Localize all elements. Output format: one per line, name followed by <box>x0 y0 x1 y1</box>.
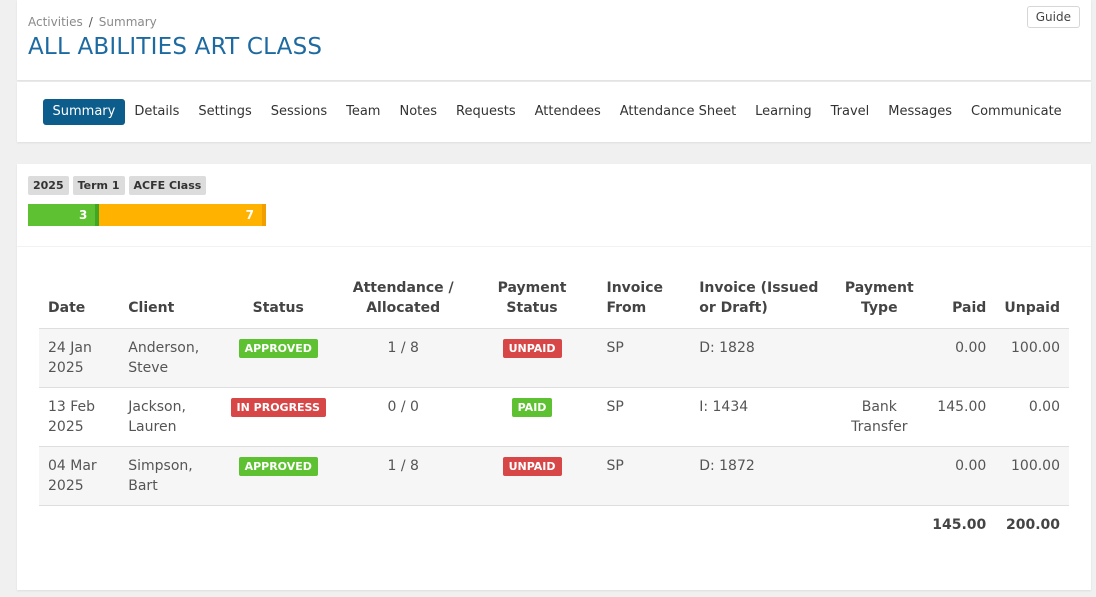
column-header-invoice-from[interactable]: Invoice From <box>597 278 691 329</box>
cell-status: APPROVED <box>216 328 340 388</box>
cell-date: 24 Jan 2025 <box>39 328 120 388</box>
cell-unpaid: 100.00 <box>995 446 1069 506</box>
table-row[interactable]: 24 Jan 2025 Anderson, Steve APPROVED 1 /… <box>39 328 1069 388</box>
divider <box>17 246 1091 247</box>
guide-button[interactable]: Guide <box>1026 6 1080 28</box>
cell-invoice[interactable]: D: 1828 <box>690 328 836 388</box>
tab-team[interactable]: Team <box>337 99 390 125</box>
cell-attendance: 0 / 0 <box>339 387 467 447</box>
total-paid: 145.00 <box>932 517 987 533</box>
tab-notes[interactable]: Notes <box>390 99 447 125</box>
tab-settings[interactable]: Settings <box>189 99 261 125</box>
cell-status: APPROVED <box>216 446 340 506</box>
tag-class-type: ACFE Class <box>128 176 207 195</box>
column-header-payment-type[interactable]: Payment Type <box>835 278 924 329</box>
breadcrumb: Activities / Summary <box>28 15 157 29</box>
tab-travel[interactable]: Travel <box>821 99 879 125</box>
column-header-status[interactable]: Status <box>216 278 340 329</box>
table-row[interactable]: 13 Feb 2025 Jackson, Lauren IN PROGRESS … <box>39 387 1069 447</box>
payment-status-badge: UNPAID <box>502 457 562 476</box>
table-row[interactable]: 04 Mar 2025 Simpson, Bart APPROVED 1 / 8… <box>39 446 1069 506</box>
total-unpaid: 200.00 <box>1005 517 1060 533</box>
cell-status: IN PROGRESS <box>216 387 340 447</box>
progress-in-progress-segment: 7 <box>99 204 266 226</box>
cell-paid: 0.00 <box>923 446 996 506</box>
tab-attendance-sheet[interactable]: Attendance Sheet <box>610 99 745 125</box>
tag-term: Term 1 <box>72 176 125 195</box>
cell-paid: 0.00 <box>923 328 996 388</box>
tab-bar: Summary Details Settings Sessions Team N… <box>43 99 1071 125</box>
status-progress-bar: 3 7 <box>28 204 266 226</box>
tag-list: 2025 Term 1 ACFE Class <box>28 176 210 195</box>
table-header-row: Date Client Status Attendance / Allocate… <box>39 278 1069 329</box>
tab-learning[interactable]: Learning <box>746 99 821 125</box>
progress-approved-segment: 3 <box>28 204 100 226</box>
cell-invoice[interactable]: I: 1434 <box>690 387 836 447</box>
cell-payment-type: Bank Transfer <box>835 387 924 447</box>
cell-payment-status: UNPAID <box>466 328 598 388</box>
tab-navigation: Summary Details Settings Sessions Team N… <box>17 82 1091 142</box>
page-header: Activities / Summary ALL ABILITIES ART CLA… <box>17 0 1091 80</box>
cell-payment-status: PAID <box>466 387 598 447</box>
column-header-date[interactable]: Date <box>39 278 120 329</box>
cell-unpaid: 100.00 <box>995 328 1069 388</box>
column-header-invoice[interactable]: Invoice (Issued or Draft) <box>690 278 836 329</box>
cell-attendance: 1 / 8 <box>339 328 467 388</box>
totals-row: 145.00 200.00 <box>39 506 1069 545</box>
cell-payment-type <box>835 446 924 506</box>
tab-summary[interactable]: Summary <box>43 99 125 125</box>
cell-payment-status: UNPAID <box>466 446 598 506</box>
status-badge: APPROVED <box>238 457 318 476</box>
cell-invoice-from: SP <box>597 328 691 388</box>
page-title: ALL ABILITIES ART CLASS <box>28 34 323 60</box>
tab-sessions[interactable]: Sessions <box>261 99 336 125</box>
column-header-paid[interactable]: Paid <box>923 278 996 329</box>
tag-year: 2025 <box>28 176 69 195</box>
totals-spacer <box>39 506 923 545</box>
cell-client[interactable]: Simpson, Bart <box>119 446 217 506</box>
column-header-client[interactable]: Client <box>119 278 217 329</box>
payment-status-badge: PAID <box>511 398 553 417</box>
cell-unpaid: 0.00 <box>995 387 1069 447</box>
cell-payment-type <box>835 328 924 388</box>
breadcrumb-current: Summary <box>98 15 157 29</box>
tab-details[interactable]: Details <box>125 99 189 125</box>
cell-date: 04 Mar 2025 <box>39 446 120 506</box>
bookings-table: Date Client Status Attendance / Allocate… <box>39 278 1069 544</box>
status-badge: IN PROGRESS <box>230 398 326 417</box>
cell-invoice-from: SP <box>597 387 691 447</box>
cell-date: 13 Feb 2025 <box>39 387 120 447</box>
cell-invoice[interactable]: D: 1872 <box>690 446 836 506</box>
cell-paid: 145.00 <box>923 387 996 447</box>
tab-attendees[interactable]: Attendees <box>525 99 610 125</box>
breadcrumb-separator: / <box>88 15 93 29</box>
tab-messages[interactable]: Messages <box>879 99 962 125</box>
tab-communicate[interactable]: Communicate <box>962 99 1072 125</box>
payment-status-badge: UNPAID <box>502 339 562 358</box>
cell-client[interactable]: Jackson, Lauren <box>119 387 217 447</box>
cell-invoice-from: SP <box>597 446 691 506</box>
tab-requests[interactable]: Requests <box>447 99 526 125</box>
summary-panel: 2025 Term 1 ACFE Class 3 7 Date Client S… <box>17 164 1091 590</box>
column-header-attendance[interactable]: Attendance / Allocated <box>339 278 467 329</box>
cell-client[interactable]: Anderson, Steve <box>119 328 217 388</box>
breadcrumb-activities-link[interactable]: Activities <box>28 15 83 29</box>
status-badge: APPROVED <box>238 339 318 358</box>
column-header-unpaid[interactable]: Unpaid <box>995 278 1069 329</box>
cell-attendance: 1 / 8 <box>339 446 467 506</box>
column-header-payment-status[interactable]: Payment Status <box>466 278 598 329</box>
